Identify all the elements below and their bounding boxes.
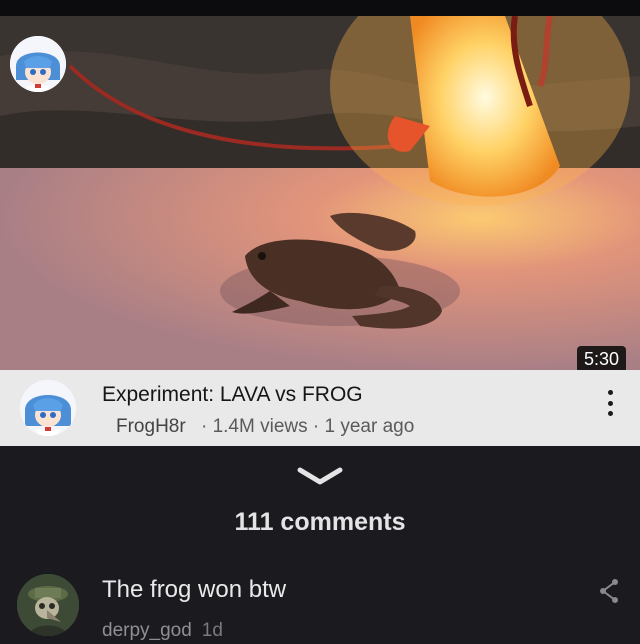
comment-meta: derpy_god 1d	[102, 620, 223, 642]
comment-author-avatar[interactable]	[17, 574, 79, 636]
channel-name[interactable]: FrogH8r	[116, 416, 186, 437]
more-vertical-icon[interactable]	[600, 386, 620, 420]
comments-panel: 111 comments The frog won btw derpy_god 1…	[0, 446, 640, 644]
comment-time: 1d	[201, 620, 223, 641]
thumbnail-image	[0, 16, 640, 370]
upload-age: 1 year ago	[324, 416, 415, 437]
meta-separator: ·	[200, 416, 208, 437]
comment-text: The frog won btw	[102, 576, 287, 603]
video-title[interactable]: Experiment: LAVA vs FROG	[102, 383, 363, 407]
channel-watermark-avatar	[10, 36, 66, 92]
video-thumbnail[interactable]: 5:30	[0, 16, 640, 370]
video-subtitle: FrogH8r · 1.4M views · 1 year ago	[116, 416, 414, 438]
meta-separator: ·	[312, 416, 320, 437]
comment-author[interactable]: derpy_god	[102, 620, 192, 641]
top-strip	[0, 0, 640, 16]
video-meta-row[interactable]: Experiment: LAVA vs FROG FrogH8r · 1.4M …	[0, 370, 640, 446]
view-count: 1.4M views	[212, 416, 308, 437]
share-icon[interactable]	[598, 578, 620, 604]
chevron-down-icon[interactable]	[296, 466, 344, 488]
channel-avatar[interactable]	[20, 380, 76, 436]
video-duration-badge: 5:30	[576, 346, 626, 370]
comments-count: 111 comments	[234, 508, 406, 536]
